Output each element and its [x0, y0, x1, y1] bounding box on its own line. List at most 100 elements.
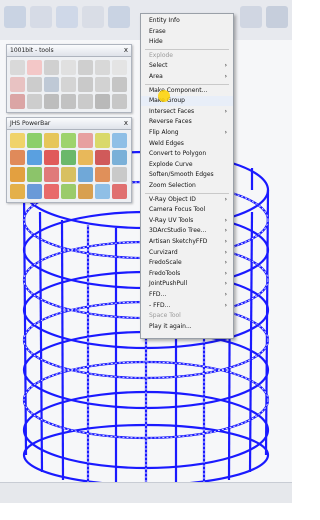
- eraser-tool-icon[interactable]: [30, 6, 52, 28]
- powerbar-tool-12-icon[interactable]: [78, 150, 93, 165]
- rotate-tool-icon[interactable]: [27, 77, 42, 92]
- joist-tool-icon[interactable]: [95, 94, 110, 109]
- menu-item-ffd[interactable]: FFD... ›: [141, 290, 233, 300]
- menu-item-artisan-sketchyffd[interactable]: Artisan SketchyFFD ›: [141, 237, 233, 247]
- menu-item-soften-smooth-edges[interactable]: Soften/Smooth Edges: [141, 170, 233, 180]
- rafter-tool-icon[interactable]: [78, 94, 93, 109]
- menu-item-play-it-again[interactable]: Play it again...: [141, 322, 233, 332]
- tools-panel-close-icon[interactable]: x: [124, 45, 128, 56]
- menu-item-fredoscale[interactable]: FredoScale ›: [141, 258, 233, 268]
- select-tool-icon[interactable]: [4, 6, 26, 28]
- tools-panel-1001bit[interactable]: 1001bit - tools x: [6, 44, 132, 113]
- powerbar-tool-22-icon[interactable]: [10, 184, 25, 199]
- submenu-arrow-icon: ›: [224, 248, 227, 256]
- submenu-arrow-icon: ›: [224, 62, 227, 70]
- powerbar-tool-17-icon[interactable]: [44, 167, 59, 182]
- menu-item-camera-focus-tool[interactable]: Camera Focus Tool: [141, 205, 233, 215]
- menu-item-make-component[interactable]: Make Component...: [141, 86, 233, 96]
- powerbar-tool-18-icon[interactable]: [61, 167, 76, 182]
- powerbar-tool-5-icon[interactable]: [78, 133, 93, 148]
- powerbar-tool-28-icon[interactable]: [112, 184, 127, 199]
- tools-panel-title[interactable]: 1001bit - tools x: [7, 45, 131, 57]
- powerbar-tool-1-icon[interactable]: [10, 133, 25, 148]
- louver-tool-icon[interactable]: [112, 94, 127, 109]
- menu-item-v-ray-uv-tools[interactable]: V-Ray UV Tools ›: [141, 216, 233, 226]
- powerbar-panel-close-icon[interactable]: x: [124, 118, 128, 129]
- menu-item-hide[interactable]: Hide: [141, 37, 233, 47]
- powerbar-tool-23-icon[interactable]: [27, 184, 42, 199]
- menu-item-reverse-faces[interactable]: Reverse Faces: [141, 117, 233, 127]
- menu-item-zoom-selection[interactable]: Zoom Selection: [141, 181, 233, 191]
- menu-item-label: FredoTools: [149, 269, 181, 277]
- menu-item-label: Hide: [149, 38, 163, 46]
- menu-item-intersect-faces[interactable]: Intersect Faces ›: [141, 107, 233, 117]
- menu-item-v-ray-object-id[interactable]: V-Ray Object ID ›: [141, 195, 233, 205]
- divide-tool-icon[interactable]: [44, 77, 59, 92]
- menu-item-label: FredoScale: [149, 259, 182, 267]
- fillet-tool-icon[interactable]: [61, 60, 76, 75]
- roof-tool-icon[interactable]: [10, 94, 25, 109]
- extend-tool-icon[interactable]: [95, 60, 110, 75]
- powerbar-tool-25-icon[interactable]: [61, 184, 76, 199]
- powerbar-tool-10-icon[interactable]: [44, 150, 59, 165]
- powerbar-tool-8-icon[interactable]: [10, 150, 25, 165]
- trim-tool-icon[interactable]: [78, 60, 93, 75]
- powerbar-tool-13-icon[interactable]: [95, 150, 110, 165]
- menu-item-erase[interactable]: Erase: [141, 27, 233, 37]
- menu-item-ffd[interactable]: - FFD... ›: [141, 301, 233, 311]
- jhs-powerbar-panel[interactable]: JHS PowerBar x: [6, 117, 132, 203]
- menu-item-explode-curve[interactable]: Explode Curve: [141, 160, 233, 170]
- menu-item-flip-along[interactable]: Flip Along ›: [141, 128, 233, 138]
- chamfer-tool-icon[interactable]: [112, 60, 127, 75]
- submenu-arrow-icon: ›: [224, 107, 227, 115]
- align-tool-icon[interactable]: [10, 77, 25, 92]
- menu-item-curvizard[interactable]: Curvizard ›: [141, 248, 233, 258]
- array-tool-icon[interactable]: [61, 77, 76, 92]
- wall-tool-icon[interactable]: [95, 77, 110, 92]
- column-tool-icon[interactable]: [44, 94, 59, 109]
- arc-tool-icon[interactable]: [27, 60, 42, 75]
- menu-item-select[interactable]: Select ›: [141, 61, 233, 71]
- powerbar-tool-27-icon[interactable]: [95, 184, 110, 199]
- stair-tool-icon[interactable]: [78, 77, 93, 92]
- powerbar-panel-title[interactable]: JHS PowerBar x: [7, 118, 131, 130]
- window-tool-icon[interactable]: [112, 77, 127, 92]
- powerbar-tool-19-icon[interactable]: [78, 167, 93, 182]
- menu-item-jointpushpull[interactable]: JointPushPull ›: [141, 279, 233, 289]
- powerbar-tool-9-icon[interactable]: [27, 150, 42, 165]
- powerbar-tool-15-icon[interactable]: [10, 167, 25, 182]
- menu-item-label: Reverse Faces: [149, 118, 192, 126]
- offset-tool-icon[interactable]: [44, 60, 59, 75]
- opening-tool-icon[interactable]: [27, 94, 42, 109]
- paint-tool-icon[interactable]: [56, 6, 78, 28]
- orbit-tool-icon[interactable]: [82, 6, 104, 28]
- powerbar-tool-24-icon[interactable]: [44, 184, 59, 199]
- powerbar-tool-16-icon[interactable]: [27, 167, 42, 182]
- zoom-tool-icon[interactable]: [240, 6, 262, 28]
- menu-item-weld-edges[interactable]: Weld Edges: [141, 139, 233, 149]
- menu-item-label: Select: [149, 62, 168, 70]
- menu-item-entity-info[interactable]: Entity Info: [141, 16, 233, 26]
- menu-item-make-group[interactable]: Make Group: [141, 96, 233, 107]
- powerbar-tool-2-icon[interactable]: [27, 133, 42, 148]
- pan-tool-icon[interactable]: [108, 6, 130, 28]
- powerbar-tool-11-icon[interactable]: [61, 150, 76, 165]
- menu-item-convert-to-polygon[interactable]: Convert to Polygon: [141, 149, 233, 159]
- powerbar-tool-20-icon[interactable]: [95, 167, 110, 182]
- powerbar-tool-14-icon[interactable]: [112, 150, 127, 165]
- powerbar-tool-7-icon[interactable]: [112, 133, 127, 148]
- menu-item-label: Area: [149, 73, 163, 80]
- powerbar-tool-4-icon[interactable]: [61, 133, 76, 148]
- menu-item-label: Space Tool: [149, 312, 181, 320]
- menu-separator: [145, 192, 229, 194]
- zoom-extents-icon[interactable]: [266, 6, 288, 28]
- powerbar-tool-26-icon[interactable]: [78, 184, 93, 199]
- beam-tool-icon[interactable]: [61, 94, 76, 109]
- powerbar-tool-21-icon[interactable]: [112, 167, 127, 182]
- menu-item-3darcstudio-tree[interactable]: 3DArcStudio Tree... ›: [141, 226, 233, 236]
- powerbar-tool-3-icon[interactable]: [44, 133, 59, 148]
- powerbar-tool-6-icon[interactable]: [95, 133, 110, 148]
- line-tool-icon[interactable]: [10, 60, 25, 75]
- menu-item-fredotools[interactable]: FredoTools ›: [141, 269, 233, 279]
- menu-item-area[interactable]: Area ›: [141, 72, 233, 82]
